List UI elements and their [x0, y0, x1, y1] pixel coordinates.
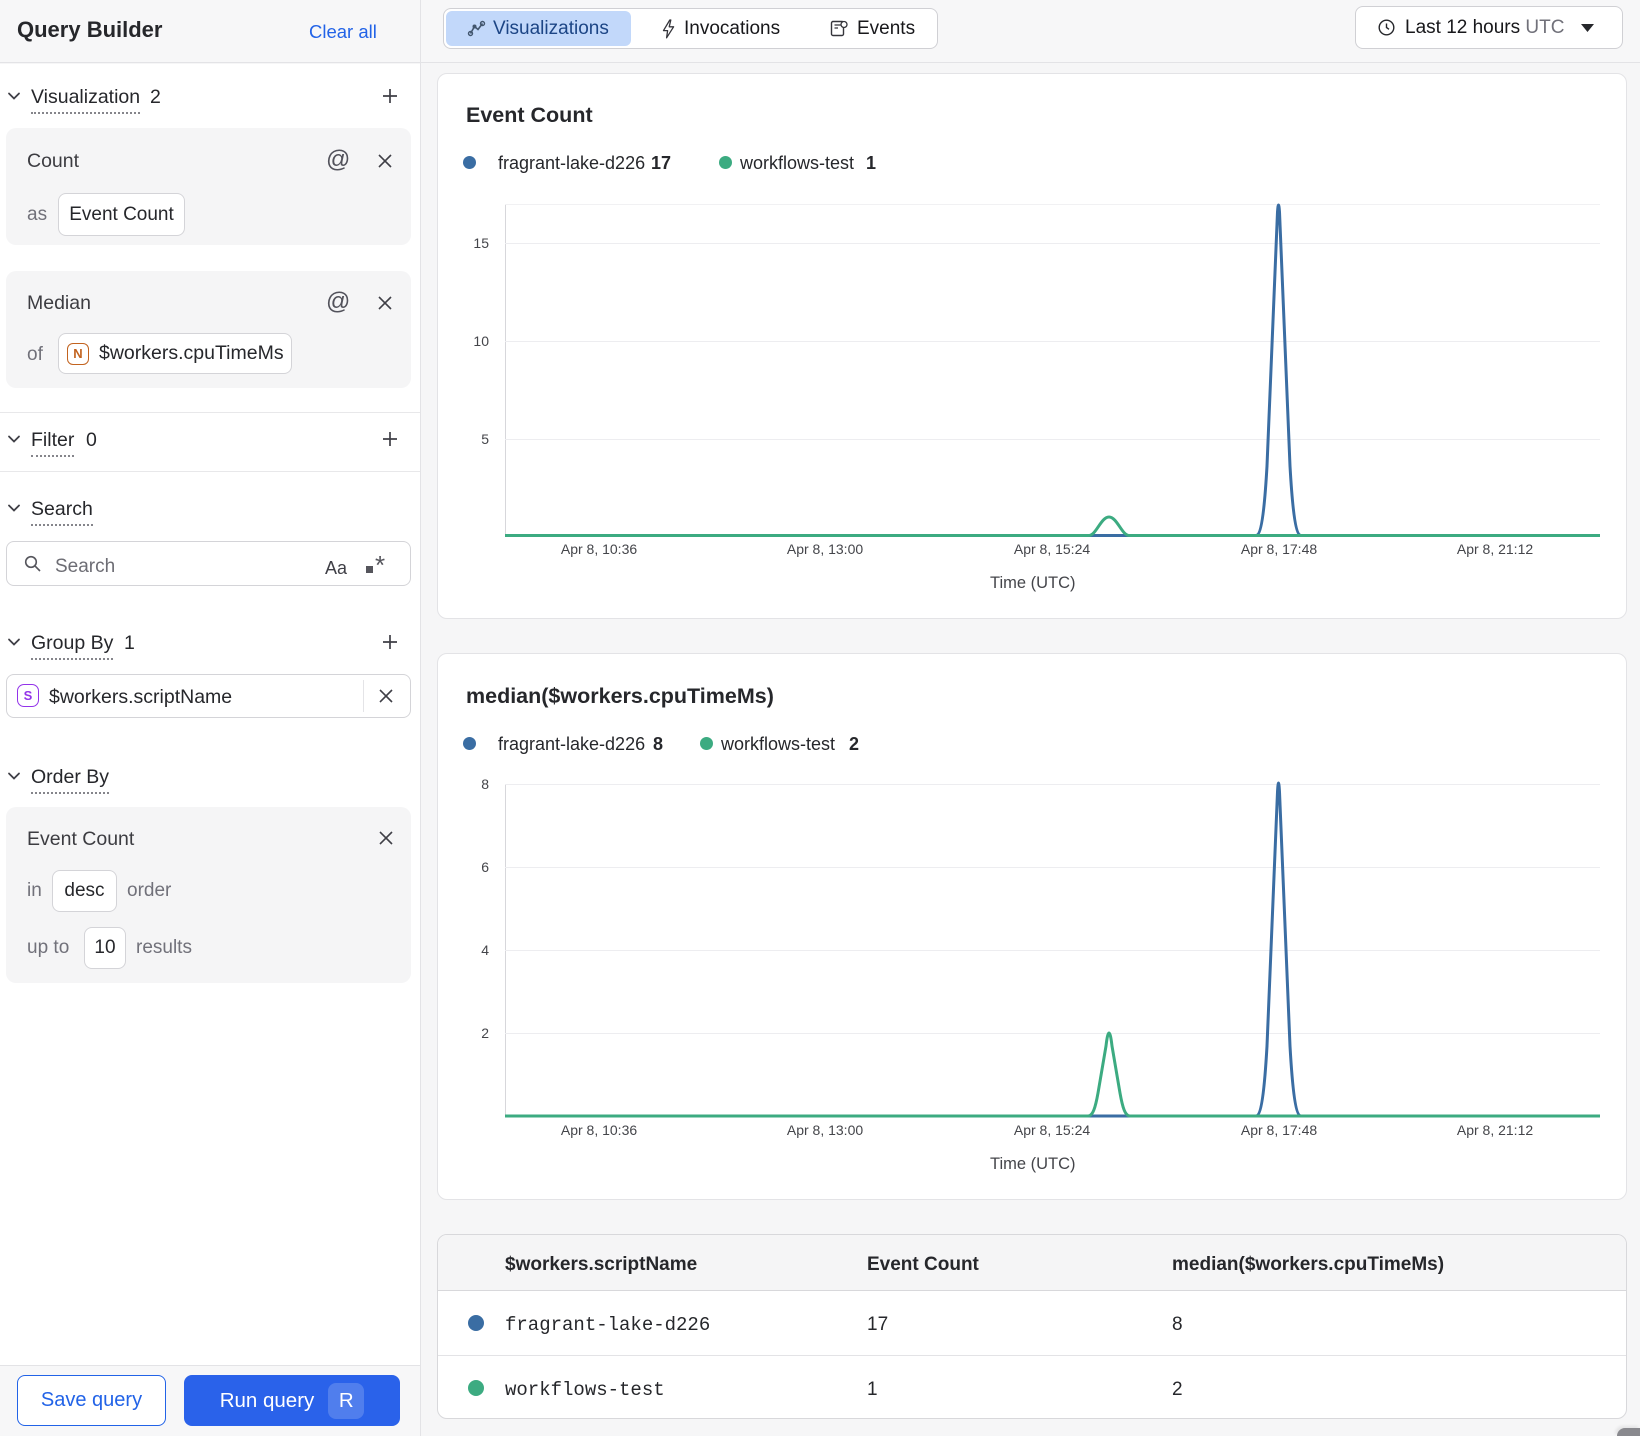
- svg-text:*: *: [375, 553, 385, 577]
